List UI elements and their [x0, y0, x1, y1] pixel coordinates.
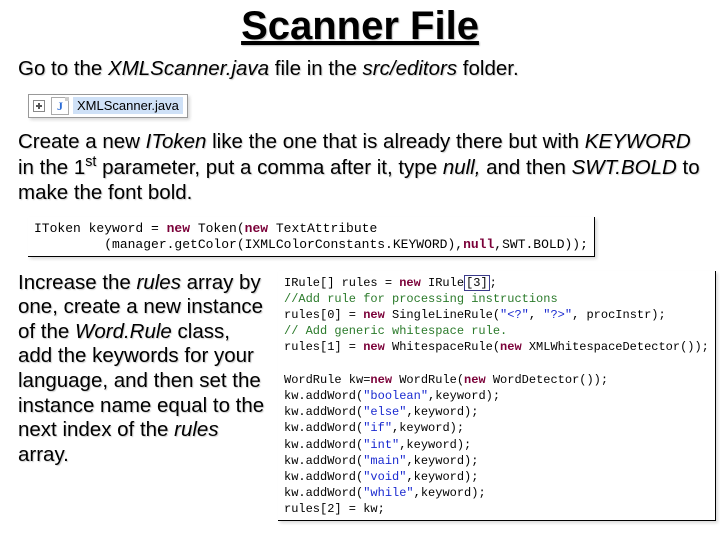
text: array. — [18, 443, 69, 466]
text: like the one that is already there but w… — [206, 130, 584, 153]
text: Increase the — [18, 271, 137, 294]
text: Create a new — [18, 130, 146, 153]
text: file in the — [269, 57, 362, 80]
file-tree-row[interactable]: J XMLScanner.java — [28, 94, 188, 118]
file-name-label: XMLScanner.java — [73, 97, 183, 114]
code-itoken: IToken keyword = new Token(new TextAttri… — [28, 217, 595, 257]
text: in the 1 — [18, 156, 85, 179]
swtbold-word: SWT.BOLD — [572, 156, 677, 179]
ordinal-suffix: st — [85, 154, 96, 170]
paragraph-3: Increase the rules array by one, create … — [18, 271, 268, 468]
itoken-word: IToken — [146, 130, 207, 153]
paragraph-2: Create a new IToken like the one that is… — [18, 130, 702, 206]
rules-word-1: rules — [137, 271, 181, 294]
text: folder. — [457, 57, 519, 80]
paragraph-1: Go to the XMLScanner.java file in the sr… — [18, 57, 702, 82]
folder-name-inline: src/editors — [363, 57, 458, 80]
keyword-word: KEYWORD — [585, 130, 691, 153]
rules-word-2: rules — [174, 418, 218, 441]
slide-title: Scanner File — [18, 4, 702, 49]
java-file-icon: J — [51, 97, 69, 115]
text: Go to the — [18, 57, 108, 80]
expand-icon[interactable] — [33, 100, 45, 112]
code-rules: IRule[] rules = new IRule[3]; //Add rule… — [278, 271, 716, 521]
text: parameter, put a comma after it, type — [96, 156, 442, 179]
file-name-inline: XMLScanner.java — [108, 57, 269, 80]
null-word: null, — [443, 156, 481, 179]
wordrule-word: Word.Rule — [75, 320, 172, 343]
text: and then — [480, 156, 571, 179]
